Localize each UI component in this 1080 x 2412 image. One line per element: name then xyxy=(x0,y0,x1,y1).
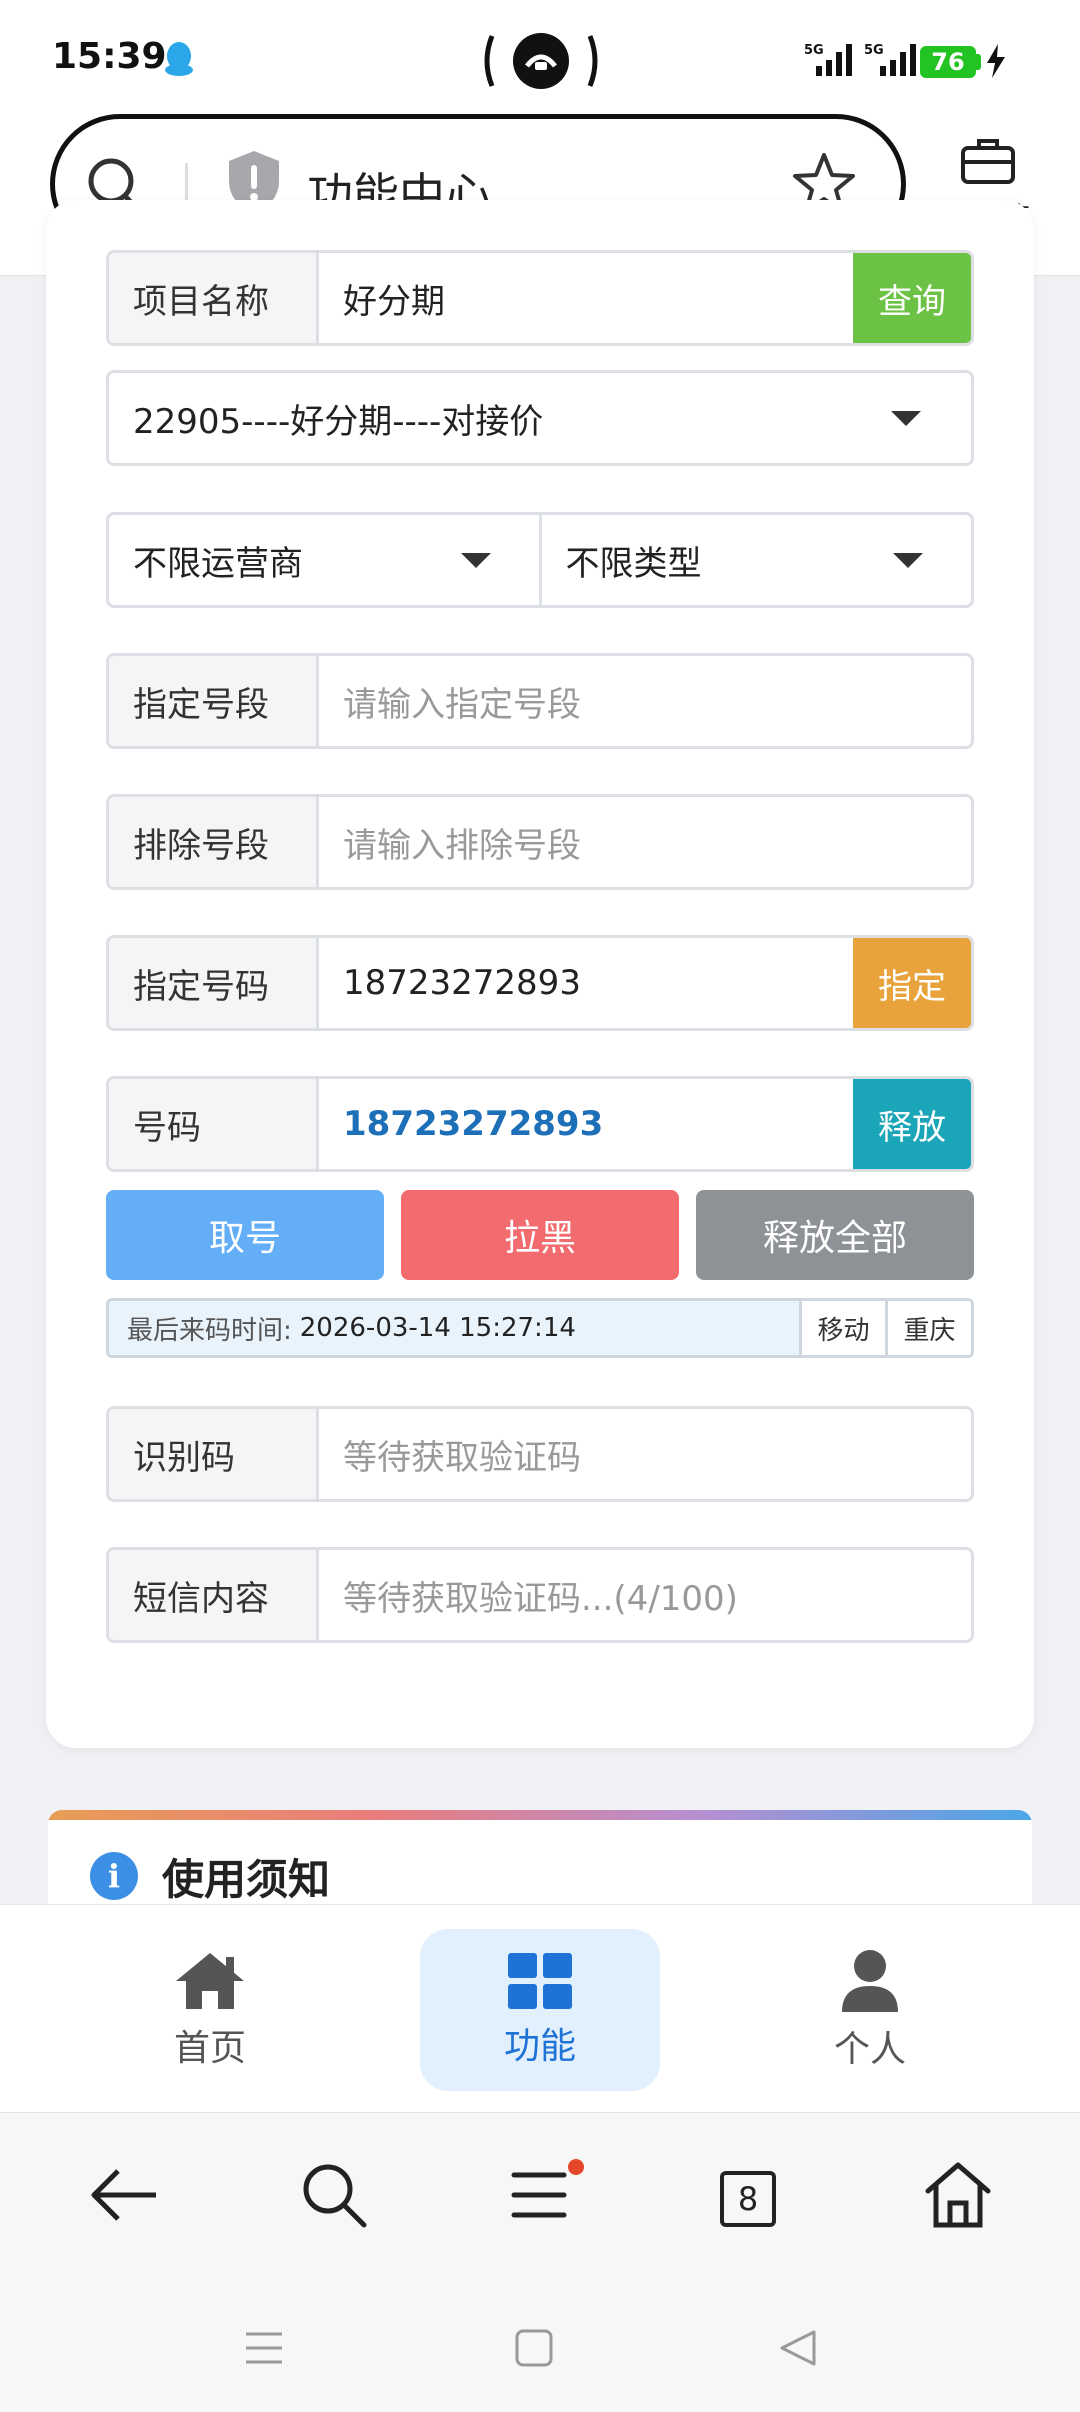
blacklist-button[interactable]: 拉黑 xyxy=(401,1190,679,1280)
assign-number-field: 指定号码 18723272893 指定 xyxy=(106,935,974,1031)
project-name-input[interactable]: 好分期 xyxy=(319,253,853,343)
project-select[interactable]: 22905----好分期----对接价 xyxy=(106,370,974,466)
battery-indicator: 76 xyxy=(920,46,976,78)
sms-label: 短信内容 xyxy=(109,1550,319,1640)
filter-row: 不限运营商 不限类型 xyxy=(106,512,974,608)
grid-icon xyxy=(508,1953,572,2009)
signal-2-label: 5G xyxy=(864,43,884,58)
carrier-select[interactable]: 不限运营商 xyxy=(109,515,539,605)
last-code-info-bar: 最后来码时间: 2026-03-14 15:27:14 移动 重庆 xyxy=(106,1298,974,1358)
bottom-navigation: 首页 功能 个人 xyxy=(0,1904,1080,2112)
nav-item-profile[interactable]: 个人 xyxy=(750,1929,990,2091)
home-square-icon[interactable] xyxy=(514,2328,554,2368)
query-button[interactable]: 查询 xyxy=(853,253,971,343)
browser-toolbar: 8 xyxy=(0,2112,1080,2284)
exclude-field: 排除号段 请输入排除号段 xyxy=(106,794,974,890)
back-triangle-icon[interactable] xyxy=(778,2328,818,2368)
charging-icon xyxy=(987,44,1005,78)
recent-apps-icon[interactable] xyxy=(244,2328,284,2368)
nav-item-home[interactable]: 首页 xyxy=(90,1929,330,2091)
assign-number-label: 指定号码 xyxy=(109,938,319,1028)
status-bar: 15:39 5G 5G 76 xyxy=(0,0,1080,112)
last-code-info: 最后来码时间: 2026-03-14 15:27:14 xyxy=(109,1301,799,1355)
query-form-card: 项目名称 好分期 查询 22905----好分期----对接价 不限运营商 不限… xyxy=(46,200,1034,1748)
exclude-input[interactable]: 请输入排除号段 xyxy=(319,797,971,887)
menu-notification-dot xyxy=(568,2159,584,2175)
toolbox-icon xyxy=(961,139,1015,184)
number-label: 号码 xyxy=(109,1079,319,1169)
code-output[interactable]: 等待获取验证码 xyxy=(319,1409,971,1499)
chevron-down-icon xyxy=(460,552,491,568)
code-label: 识别码 xyxy=(109,1409,319,1499)
signal-1-label: 5G xyxy=(804,43,824,58)
type-select-value: 不限类型 xyxy=(565,543,702,584)
nav-label-profile: 个人 xyxy=(833,2029,906,2070)
signal-icon-1: 5G xyxy=(800,40,856,84)
signal-icon-2: 5G xyxy=(864,40,920,84)
number-value[interactable]: 18723272893 xyxy=(319,1079,853,1169)
system-navigation-bar xyxy=(0,2284,1080,2412)
chevron-down-icon xyxy=(891,410,921,426)
search-icon[interactable] xyxy=(298,2159,370,2231)
chevron-down-icon xyxy=(893,552,923,568)
tabs-button[interactable]: 8 xyxy=(720,2171,776,2227)
segment-field: 指定号段 请输入指定号段 xyxy=(106,653,974,749)
back-arrow-icon[interactable] xyxy=(88,2159,160,2231)
assign-number-input[interactable]: 18723272893 xyxy=(319,938,853,1028)
release-button[interactable]: 释放 xyxy=(853,1079,971,1169)
segment-label: 指定号段 xyxy=(109,656,319,746)
get-number-button[interactable]: 取号 xyxy=(106,1190,384,1280)
user-icon xyxy=(842,1950,898,2012)
menu-icon[interactable] xyxy=(504,2159,576,2231)
carrier-tag: 移动 xyxy=(799,1301,885,1355)
nav-label-home: 首页 xyxy=(173,2028,246,2069)
segment-input[interactable]: 请输入指定号段 xyxy=(319,656,971,746)
assign-button[interactable]: 指定 xyxy=(853,938,971,1028)
home-icon xyxy=(176,1953,244,2009)
qq-notification-icon xyxy=(165,42,193,76)
home-icon[interactable] xyxy=(922,2159,994,2231)
number-field: 号码 18723272893 释放 xyxy=(106,1076,974,1172)
region-tag: 重庆 xyxy=(885,1301,971,1355)
sms-field: 短信内容 等待获取验证码...(4/100) xyxy=(106,1547,974,1643)
hotspot-indicator-icon xyxy=(484,33,598,89)
notice-accent-bar xyxy=(48,1810,1032,1820)
nav-item-function[interactable]: 功能 xyxy=(420,1929,660,2091)
info-icon: i xyxy=(90,1852,138,1900)
last-code-label: 最后来码时间: xyxy=(127,1315,292,1346)
project-select-value: 22905----好分期----对接价 xyxy=(133,401,544,442)
battery-tip xyxy=(976,54,981,70)
status-time: 15:39 xyxy=(52,36,167,77)
code-field: 识别码 等待获取验证码 xyxy=(106,1406,974,1502)
release-all-button[interactable]: 释放全部 xyxy=(696,1190,974,1280)
nav-label-function: 功能 xyxy=(503,2026,576,2067)
project-name-label: 项目名称 xyxy=(109,253,319,343)
last-code-time: 2026-03-14 15:27:14 xyxy=(299,1313,576,1343)
notice-title: 使用须知 xyxy=(162,1855,331,1904)
exclude-label: 排除号段 xyxy=(109,797,319,887)
project-name-field: 项目名称 好分期 查询 xyxy=(106,250,974,346)
sms-output[interactable]: 等待获取验证码...(4/100) xyxy=(319,1550,971,1640)
carrier-select-value: 不限运营商 xyxy=(133,543,303,584)
type-select[interactable]: 不限类型 xyxy=(538,515,972,605)
